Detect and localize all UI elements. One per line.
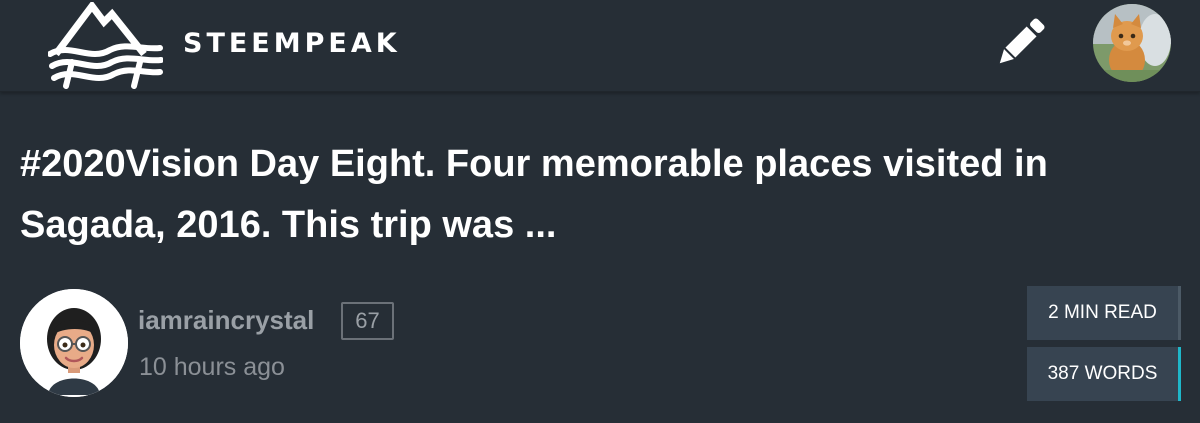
post-title[interactable]: #2020Vision Day Eight. Four memorable pl… xyxy=(20,134,1180,256)
author-avatar[interactable] xyxy=(20,289,128,397)
author-name[interactable]: iamraincrystal xyxy=(138,304,314,336)
post-timestamp: 10 hours ago xyxy=(139,353,285,381)
brand-name[interactable]: STEEMPEAK xyxy=(183,28,401,60)
user-avatar[interactable] xyxy=(1093,4,1171,82)
read-time-badge: 2 MIN READ xyxy=(1027,286,1181,340)
reputation-badge: 67 xyxy=(341,302,394,340)
bitmoji-avatar-icon xyxy=(20,289,128,397)
top-header: STEEMPEAK xyxy=(0,0,1200,92)
word-count-badge: 387 WORDS xyxy=(1027,347,1181,401)
steempeak-logo-icon[interactable] xyxy=(48,2,163,90)
pencil-icon[interactable] xyxy=(993,14,1049,70)
kitten-avatar-icon xyxy=(1093,4,1171,82)
